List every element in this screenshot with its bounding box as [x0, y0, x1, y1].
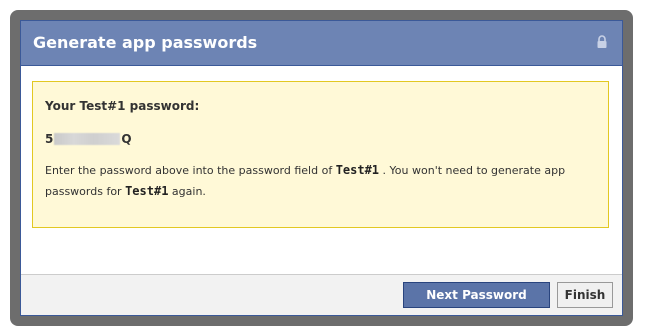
password-notice: Your Test#1 password: 5 Q Enter the pass… — [32, 81, 609, 228]
lock-icon — [597, 35, 607, 48]
finish-button[interactable]: Finish — [557, 282, 613, 308]
password-instructions: Enter the password above into the passwo… — [45, 160, 595, 202]
password-heading: Your Test#1 password: — [45, 99, 200, 113]
password-suffix: Q — [121, 132, 132, 146]
dialog-title: Generate app passwords — [33, 33, 258, 52]
page-background: Generate app passwords Your Test#1 passw… — [0, 0, 647, 335]
dialog-content: Your Test#1 password: 5 Q Enter the pass… — [21, 66, 622, 256]
app-name: Test#1 — [125, 184, 169, 198]
next-password-button[interactable]: Next Password — [403, 282, 550, 308]
dialog-header: Generate app passwords — [21, 21, 622, 66]
dialog-frame: Generate app passwords Your Test#1 passw… — [10, 10, 633, 326]
generated-password: 5 Q — [45, 131, 132, 147]
instructions-text-1: Enter the password above into the passwo… — [45, 164, 336, 177]
instructions-text-3: again. — [168, 185, 206, 198]
app-name: Test#1 — [335, 163, 380, 177]
dialog-footer: Next Password Finish — [21, 274, 622, 315]
password-redacted — [54, 133, 121, 145]
generate-app-passwords-dialog: Generate app passwords Your Test#1 passw… — [20, 20, 623, 316]
password-prefix: 5 — [45, 132, 54, 146]
